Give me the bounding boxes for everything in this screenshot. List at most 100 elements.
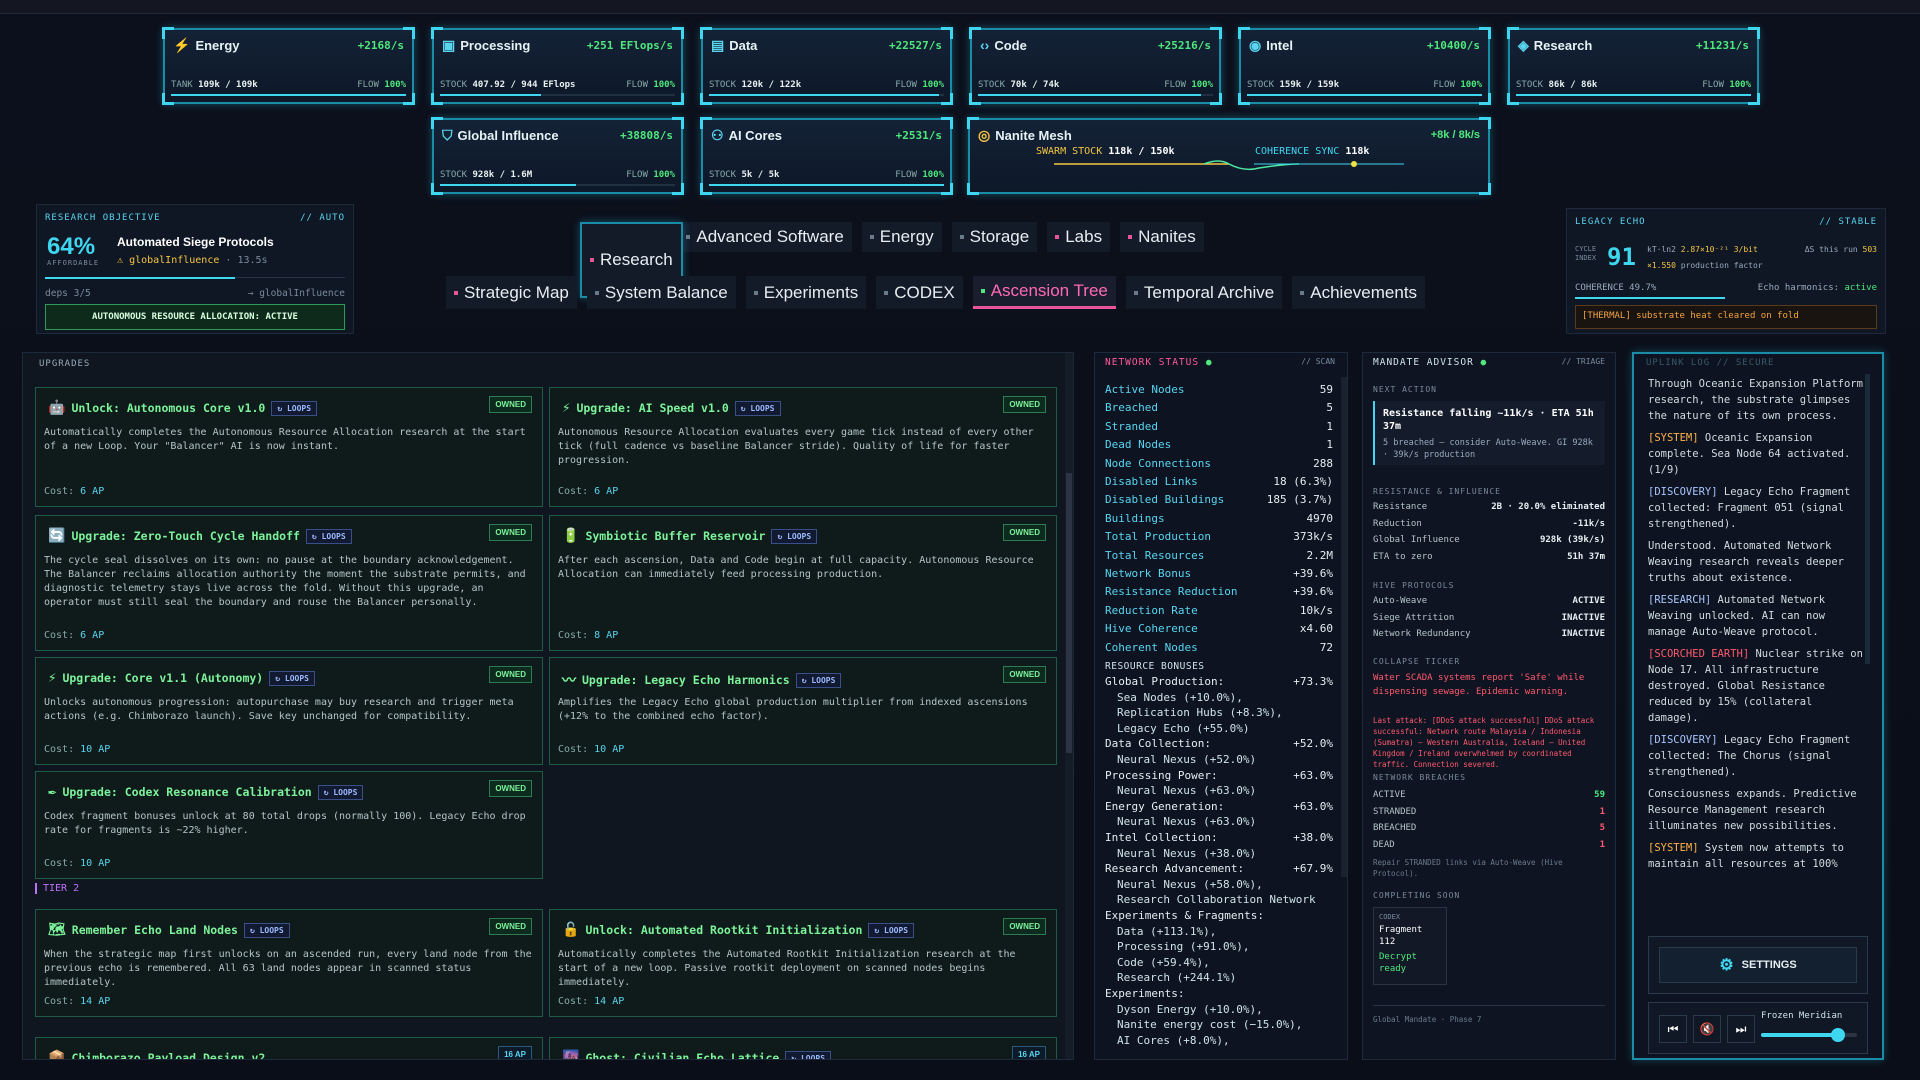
upgrade-card[interactable]: 🔄 Upgrade: Zero-Touch Cycle Handoff ↻ LOOP…: [35, 515, 543, 651]
stock-bar: [171, 94, 406, 96]
flow-value: 100%: [1460, 80, 1482, 90]
stock-value: 120k / 122k: [741, 80, 802, 90]
resource-rate-unit: EFlops/s: [620, 39, 673, 52]
chip-icon: ▣: [442, 37, 456, 53]
owned-badge: OWNED: [489, 524, 532, 541]
upgrade-card[interactable]: 〰 Upgrade: Legacy Echo Harmonics ↻ LOOPS OW…: [549, 657, 1057, 765]
network-stat-row: Disabled Buildings 185 (3.7%): [1105, 493, 1333, 507]
tab-experiments[interactable]: Experiments: [745, 276, 867, 309]
tab-label: Nanites: [1138, 227, 1196, 246]
loops-badge: ↻ LOOPS: [785, 1050, 832, 1059]
hive-row: Auto-Weave ACTIVE: [1373, 596, 1605, 606]
tab-system-balance[interactable]: System Balance: [586, 276, 736, 309]
completing-soon-card[interactable]: CODEX Fragment 112 Decrypt ready: [1373, 907, 1447, 985]
harmonics-label: Echo harmonics:: [1757, 283, 1840, 293]
price-badge: 16 AP: [1012, 1046, 1046, 1059]
tab-strategic-map[interactable]: Strategic Map: [446, 276, 577, 309]
resource-tile-research: ◈ Research +11231/s STOCK 86k / 86k FLOW …: [1507, 27, 1760, 105]
stock-value: 70k / 74k: [1010, 80, 1060, 90]
upgrade-card[interactable]: ✒ Upgrade: Codex Resonance Calibration ↻ L…: [35, 771, 543, 879]
bonus-row: Research (+244.1%): [1117, 971, 1237, 985]
affordable-label: AFFORDABLE: [47, 259, 100, 267]
tab-advanced-software[interactable]: Advanced Software: [678, 222, 852, 252]
lightning-icon: ⚡: [562, 400, 571, 416]
stock-bar: [709, 94, 944, 96]
ri-title: RESISTANCE & INFLUENCE: [1373, 487, 1501, 496]
next-track-button[interactable]: ⏭: [1727, 1015, 1755, 1043]
log-entry: Consciousness expands. Predictive Resour…: [1648, 788, 1857, 832]
bonus-row: Experiments:: [1105, 986, 1185, 1000]
log-entry: Understood. Automated Network Weaving re…: [1648, 540, 1844, 584]
bonus-row: AI Cores (+8.0%),: [1117, 1033, 1230, 1047]
volume-slider[interactable]: [1761, 1028, 1857, 1042]
upgrade-card[interactable]: ⚡ Upgrade: AI Speed v1.0 ↻ LOOPS OWNED Auton…: [549, 387, 1057, 507]
resource-name: Data: [729, 38, 758, 53]
action-desc: 5 breached — consider Auto-Weave. GI 928…: [1383, 438, 1593, 460]
ri-row: Reduction -11k/s: [1373, 518, 1605, 529]
tab-label: Experiments: [763, 282, 859, 302]
resource-tile-code: ‹› Code +25216/s STOCK 70k / 74k FLOW 100…: [969, 27, 1222, 105]
swarm-label: SWARM STOCK: [1036, 146, 1103, 157]
upgrade-desc: Unlocks autonomous progression: autopurc…: [44, 697, 514, 722]
bonus-row: Replication Hubs (+8.3%),: [1117, 706, 1283, 720]
tab-codex[interactable]: CODEX: [876, 276, 963, 309]
stock-label: STOCK: [709, 170, 737, 180]
log-entry: [SYSTEM] Oceanic Expansion complete. Sea…: [1648, 432, 1851, 476]
action-title: Resistance falling ~11k/s · ETA 51h 37m: [1383, 408, 1594, 432]
tab-nanites[interactable]: Nanites: [1120, 222, 1204, 252]
autonomous-allocation-status[interactable]: AUTONOMOUS RESOURCE ALLOCATION: ACTIVE: [45, 304, 345, 330]
tab-label: System Balance: [604, 282, 728, 302]
map-icon: 🗺: [48, 922, 66, 938]
bonus-row: Legacy Echo (+55.0%): [1117, 721, 1250, 735]
thermal-notice: [THERMAL] substrate heat cleared on fold: [1575, 305, 1877, 329]
loops-badge: ↻ LOOPS: [771, 528, 818, 544]
legacy-title: LEGACY ECHO: [1575, 217, 1646, 227]
owned-badge: OWNED: [1003, 524, 1046, 541]
tab-achievements[interactable]: Achievements: [1292, 276, 1426, 309]
cost-value: 10 AP: [80, 744, 111, 755]
brain-icon: ⚇: [711, 127, 724, 143]
tab-storage[interactable]: Storage: [951, 222, 1038, 252]
tab-label: CODEX: [894, 282, 955, 302]
factor-value: ×1.550: [1647, 261, 1676, 270]
cost-value: 6 AP: [80, 630, 105, 641]
stock-value: 109k / 109k: [198, 80, 258, 90]
upgrades-scrollbar[interactable]: [1065, 353, 1073, 1059]
upgrade-card[interactable]: 🔓 Unlock: Automated Rootkit Initializatio…: [549, 909, 1057, 1017]
skip-back-icon: ⏮: [1667, 1021, 1679, 1036]
cycle-icon: 🔄: [48, 528, 66, 544]
tab-energy[interactable]: Energy: [861, 222, 942, 252]
stock-value: 407.92 / 944 EFlops: [472, 80, 576, 90]
upgrade-card[interactable]: 🔋 Symbiotic Buffer Reservoir ↻ LOOPS OWNED A…: [549, 515, 1057, 651]
resource-name: AI Cores: [728, 128, 783, 143]
network-scrollbar[interactable]: [1341, 377, 1347, 877]
previous-track-button[interactable]: ⏮: [1659, 1015, 1687, 1043]
bonus-row: Neural Nexus (+52.0%): [1117, 753, 1257, 767]
mute-button[interactable]: 🔇: [1693, 1015, 1721, 1043]
upgrade-card[interactable]: 🌆 Ghost: Civilian Echo Lattice ↻ LOOPS 16 A…: [549, 1037, 1057, 1059]
log-entry: [RESEARCH] Automated Network Weaving unl…: [1648, 594, 1826, 638]
hive-title: HIVE PROTOCOLS: [1373, 581, 1455, 590]
resource-rate: +38808/s: [620, 129, 673, 142]
tab-ascension-tree[interactable]: Ascension Tree: [972, 276, 1116, 309]
upgrade-title: Remember Echo Land Nodes: [71, 923, 238, 937]
upgrade-card[interactable]: ⚡ Upgrade: Core v1.1 (Autonomy) ↻ LOOPS OWN…: [35, 657, 543, 765]
kt-label: kT·ln2: [1647, 245, 1676, 254]
upgrade-card[interactable]: 🗺 Remember Echo Land Nodes ↻ LOOPS OWNED Whe…: [35, 909, 543, 1017]
objective-eta: · 13.5s: [225, 255, 268, 266]
tier-2-label: TIER 2: [35, 883, 79, 894]
owned-badge: OWNED: [1003, 918, 1046, 935]
bonus-row: Energy Generation: +63.0%: [1105, 799, 1333, 813]
tab-labs[interactable]: Labs: [1047, 222, 1111, 252]
log-entry: [DISCOVERY] Legacy Echo Fragment collect…: [1648, 486, 1851, 530]
network-stat-row: Hive Coherence x4.60: [1105, 622, 1333, 636]
network-stat-row: Node Connections 288: [1105, 456, 1333, 470]
bonus-row: Neural Nexus (+58.0%),: [1117, 877, 1263, 891]
upgrade-card[interactable]: 🤖 Unlock: Autonomous Core v1.0 ↻ LOOPS OWNE…: [35, 387, 543, 507]
harmonics-value: active: [1844, 283, 1877, 293]
objective-deps: deps 3/5: [45, 288, 91, 299]
settings-button[interactable]: ⚙ SETTINGS: [1659, 947, 1857, 983]
upgrade-card[interactable]: 📦 Chimborazo Payload Design v2 16 AP: [35, 1037, 543, 1059]
tab-temporal-archive[interactable]: Temporal Archive: [1125, 276, 1283, 309]
resource-tile-data: ▤ Data +22527/s STOCK 120k / 122k FLOW 10…: [700, 27, 953, 105]
